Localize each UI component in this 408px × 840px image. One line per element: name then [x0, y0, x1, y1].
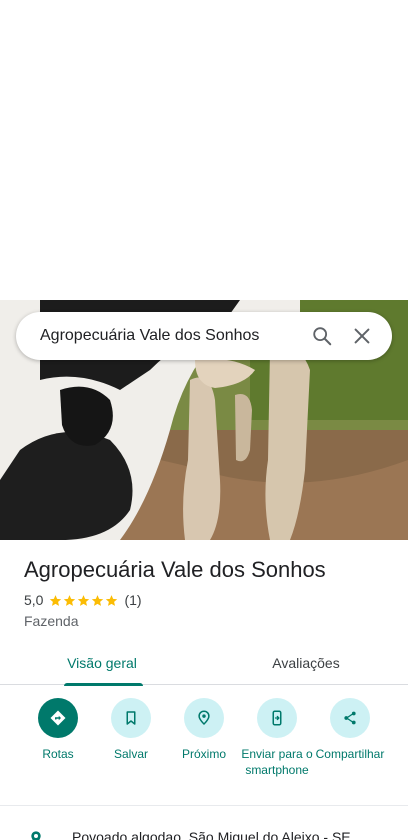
address-row[interactable]: Povoado algodao, São Miguel do Aleixo - …: [0, 826, 408, 840]
rating-value: 5,0: [24, 592, 44, 608]
nearby-label: Próximo: [181, 747, 226, 761]
share-label: Compartilhar: [315, 747, 385, 761]
tab-overview[interactable]: Visão geral: [0, 640, 204, 686]
star-icon: [64, 594, 76, 606]
nearby-icon: [198, 710, 210, 726]
nearby-button[interactable]: Próximo: [166, 698, 242, 762]
save-label: Salvar: [113, 747, 148, 761]
directions-icon: [50, 710, 66, 726]
place-category: Fazenda: [24, 613, 79, 629]
place-title: Agropecuária Vale dos Sonhos: [24, 557, 326, 582]
star-icon: [106, 594, 118, 606]
directions-label: Rotas: [42, 747, 74, 761]
send-to-phone-button[interactable]: Enviar para o smartphone: [239, 698, 315, 778]
search-query-text[interactable]: Agropecuária Vale dos Sonhos: [40, 327, 302, 345]
map-blank-area: [0, 0, 408, 300]
search-icon: [313, 327, 332, 346]
location-pin-icon: [31, 831, 41, 840]
search-bar[interactable]: Agropecuária Vale dos Sonhos: [16, 312, 392, 360]
star-icon: [78, 594, 90, 606]
share-button[interactable]: Compartilhar: [312, 698, 388, 762]
share-icon: [344, 711, 356, 725]
directions-button[interactable]: Rotas: [20, 698, 96, 762]
star-rating: [49, 594, 118, 607]
save-button[interactable]: Salvar: [93, 698, 169, 762]
send-to-phone-label: Enviar para o smartphone: [241, 747, 313, 777]
close-icon: [354, 328, 370, 344]
clear-search-button[interactable]: [342, 316, 382, 356]
send-to-phone-icon: [272, 710, 282, 726]
search-button[interactable]: [302, 316, 342, 356]
section-divider: [0, 805, 408, 806]
star-icon: [92, 594, 104, 606]
star-icon: [50, 594, 62, 606]
tab-reviews[interactable]: Avaliações: [204, 640, 408, 685]
review-count: (1): [124, 592, 142, 608]
action-buttons: Rotas Salvar Próximo Enviar para o smart…: [0, 698, 408, 798]
rating-row[interactable]: 5,0 (1): [24, 592, 142, 608]
place-tabs: Visão geral Avaliações: [0, 640, 408, 686]
bookmark-icon: [126, 711, 136, 725]
address-text: Povoado algodao, São Miguel do Aleixo - …: [72, 829, 351, 840]
